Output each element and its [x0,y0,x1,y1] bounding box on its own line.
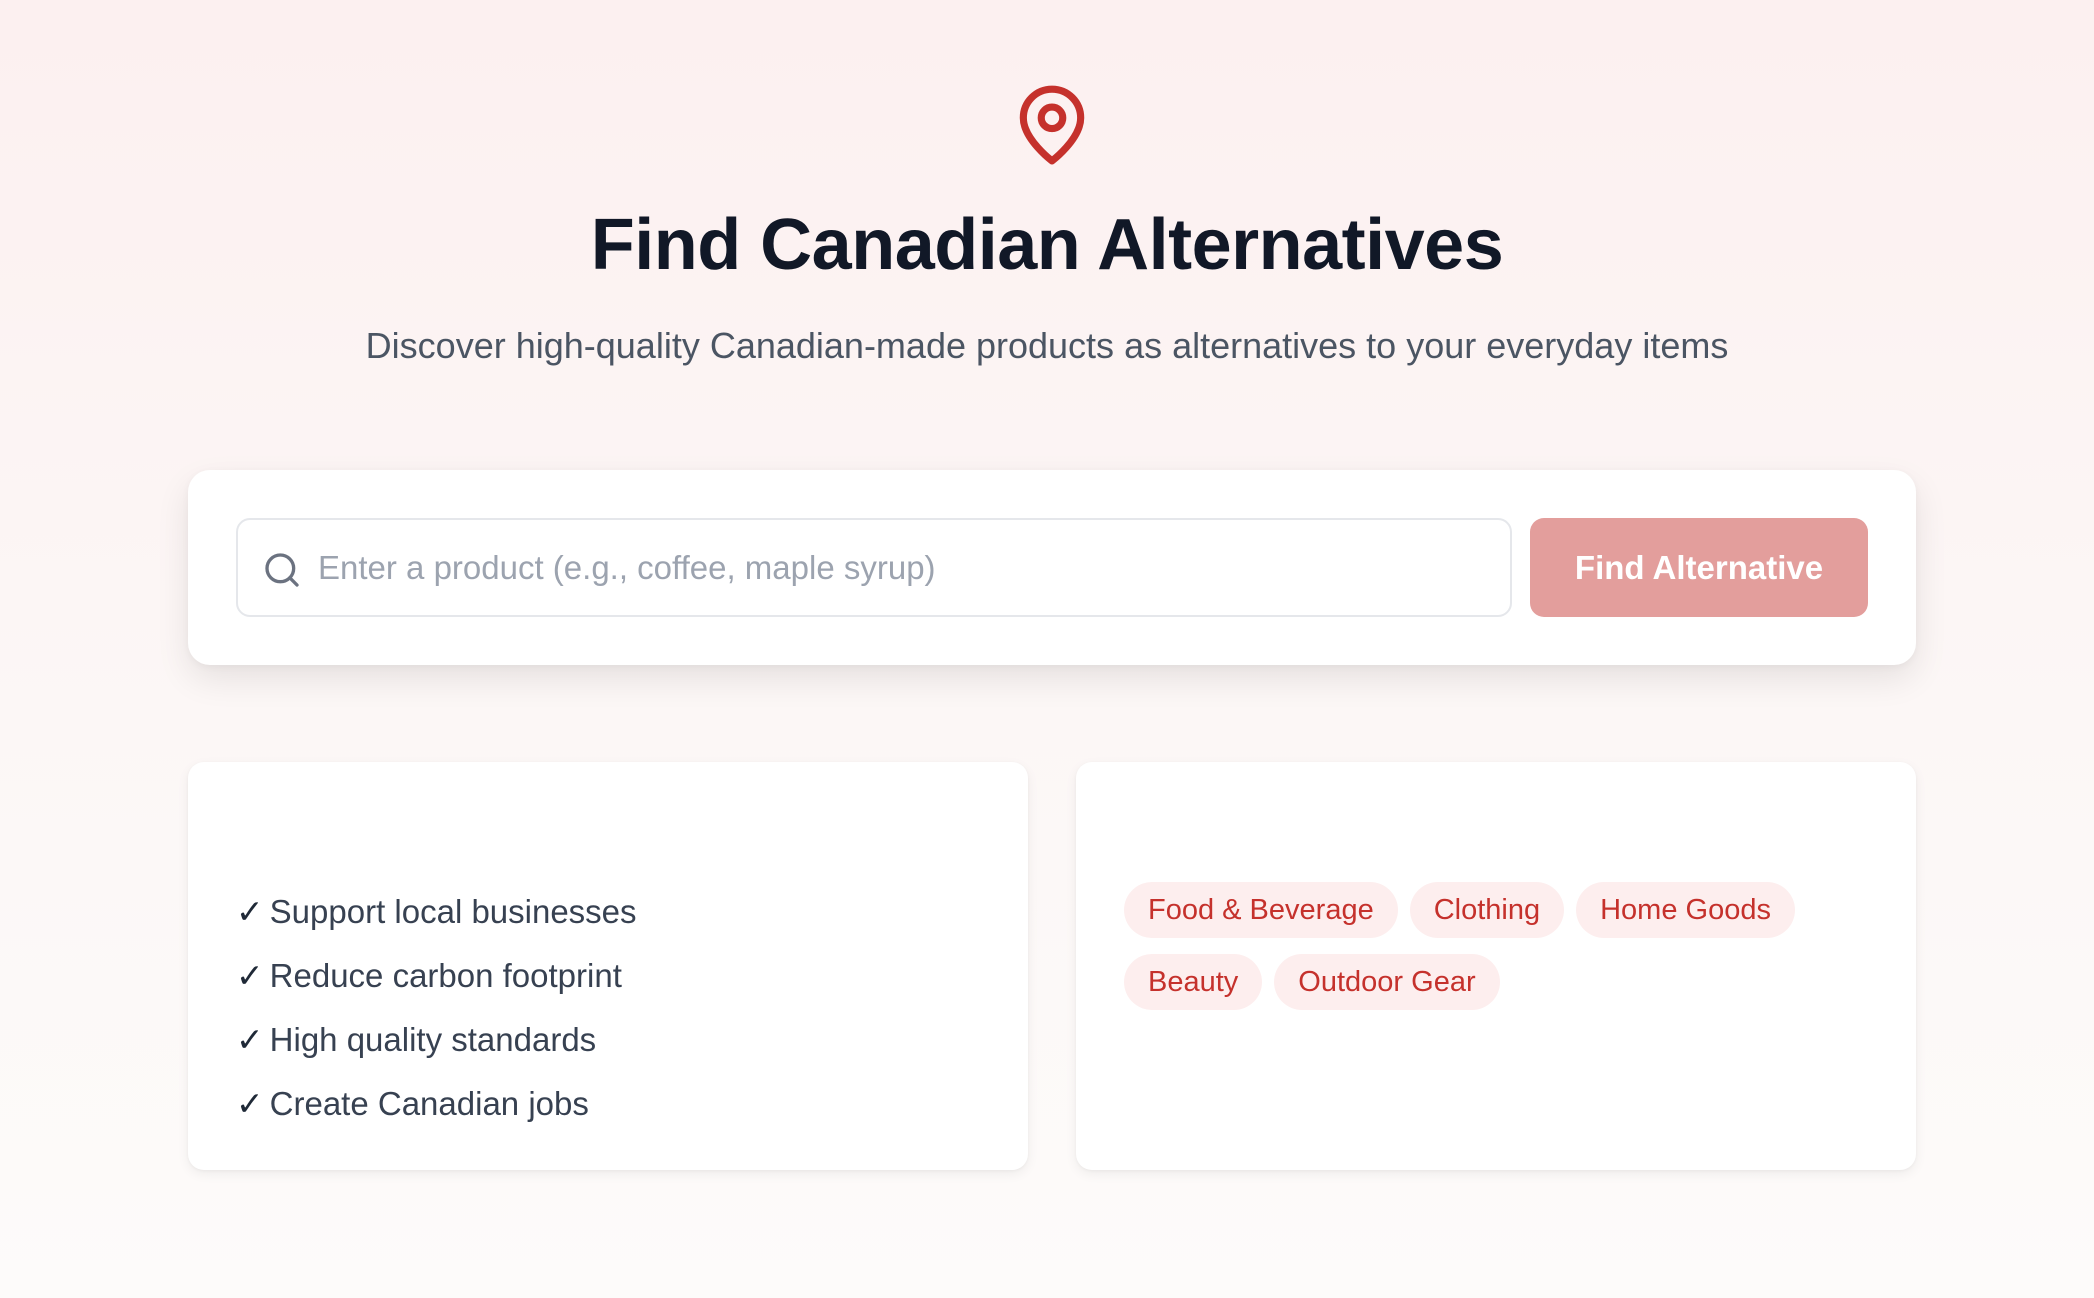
checkmark-icon: ✓ [236,893,264,930]
benefit-label: Create Canadian jobs [269,1085,589,1122]
category-chip-outdoor-gear[interactable]: Outdoor Gear [1274,954,1500,1010]
category-chip-beauty[interactable]: Beauty [1124,954,1263,1010]
page-subtitle: Discover high-quality Canadian-made prod… [365,325,1729,366]
search-card: Find Alternative [188,470,1916,665]
benefit-label: Reduce carbon footprint [269,957,622,994]
checkmark-icon: ✓ [236,957,264,994]
category-chip-clothing[interactable]: Clothing [1409,882,1565,938]
search-field[interactable] [236,518,1512,617]
checkmark-icon: ✓ [236,1085,264,1122]
checkmark-icon: ✓ [236,1021,264,1058]
category-chip-list: Food & Beverage Clothing Home Goods Beauty O… [1124,882,1884,1026]
benefits-card: ✓ Support local businesses ✓ Reduce carbon… [188,762,1028,1170]
map-pin-icon [1019,85,1085,165]
page-title: Find Canadian Alternatives [590,205,1504,285]
category-chip-food-beverage[interactable]: Food & Beverage [1124,882,1398,938]
benefit-item: ✓ Create Canadian jobs [236,1072,637,1136]
benefit-label: Support local businesses [269,893,637,930]
category-chip-home-goods[interactable]: Home Goods [1576,882,1795,938]
categories-card: Food & Beverage Clothing Home Goods Beauty O… [1076,762,1916,1170]
benefits-list: ✓ Support local businesses ✓ Reduce carbon… [236,880,637,1136]
benefit-item: ✓ High quality standards [236,1008,637,1072]
benefit-item: ✓ Support local businesses [236,880,637,944]
search-input[interactable] [318,520,1488,615]
find-alternative-button[interactable]: Find Alternative [1530,518,1868,617]
search-icon [265,553,299,587]
benefit-item: ✓ Reduce carbon footprint [236,944,637,1008]
benefit-label: High quality standards [269,1021,597,1058]
